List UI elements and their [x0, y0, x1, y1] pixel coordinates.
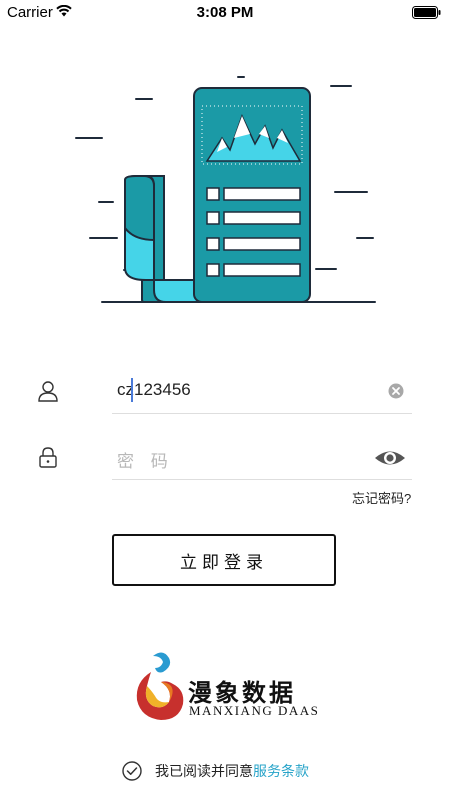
eye-icon[interactable] [374, 447, 406, 469]
terms-link[interactable]: 服务条款 [253, 763, 309, 779]
username-input[interactable]: cz123456 [117, 380, 191, 400]
battery-icon [412, 6, 441, 19]
clear-icon[interactable] [388, 383, 404, 399]
status-time: 3:08 PM [196, 4, 254, 21]
agreement-line: 我已阅读并同意服务条款 [155, 761, 309, 781]
lock-icon [39, 447, 57, 468]
user-icon [38, 381, 58, 402]
forgot-password-link[interactable]: 忘记密码? [352, 488, 411, 507]
agreement-text: 我已阅读并同意 [155, 763, 253, 779]
password-underline [112, 479, 412, 480]
username-underline [112, 413, 412, 414]
brand-logo [136, 652, 184, 720]
password-field[interactable]: 密 码 [117, 447, 174, 472]
brand-name-en: MANXIANG DAAS [189, 703, 320, 718]
login-button[interactable]: 立即登录 [112, 534, 336, 586]
agreement-checkbox[interactable] [122, 761, 142, 781]
report-illustration [75, 76, 376, 303]
text-cursor [131, 378, 133, 402]
status-bar: Carrier 3:08 PM [0, 0, 450, 24]
